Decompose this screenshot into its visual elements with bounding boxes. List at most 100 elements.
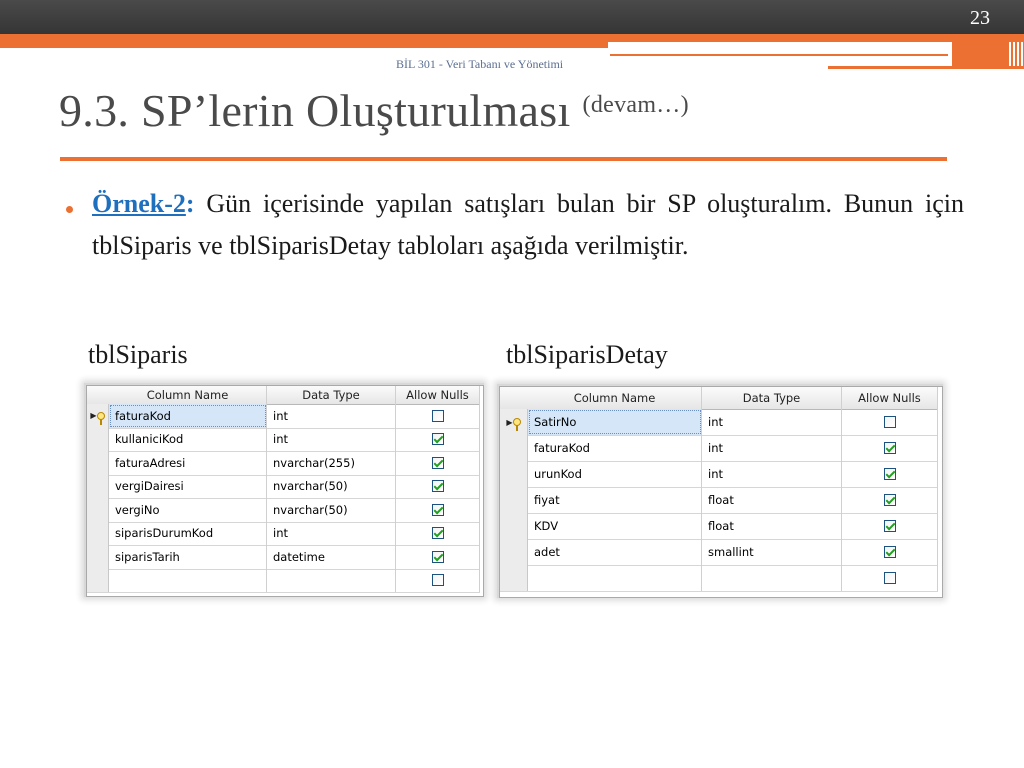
column-name-cell[interactable] [528, 565, 702, 591]
row-selector[interactable] [87, 568, 109, 592]
table-row[interactable]: siparisDurumKod int [87, 521, 480, 546]
data-type-cell[interactable]: float [702, 487, 842, 513]
data-type-cell[interactable]: datetime [267, 545, 396, 569]
row-selector[interactable]: ▶ [500, 409, 528, 435]
column-name-cell[interactable]: faturaKod [528, 435, 702, 461]
data-type-cell[interactable]: nvarchar(50) [267, 498, 396, 522]
primary-key-icon: ▶ [90, 411, 105, 425]
row-selector[interactable] [87, 498, 109, 522]
checkbox-checked[interactable] [883, 494, 896, 506]
checkbox-checked[interactable] [431, 503, 444, 516]
top-header-bar [0, 0, 1024, 34]
column-name-cell[interactable]: KDV [528, 513, 702, 539]
grid-header: Column Name Data Type Allow Nulls [87, 386, 480, 405]
data-type-cell[interactable]: int [702, 409, 842, 435]
table-row[interactable]: kullaniciKod int [87, 427, 480, 452]
allow-nulls-cell [396, 521, 480, 545]
checkbox-checked[interactable] [883, 520, 896, 532]
data-type-cell[interactable]: int [267, 404, 396, 428]
row-selector[interactable] [87, 545, 109, 569]
data-type-cell[interactable] [267, 568, 396, 592]
data-type-cell[interactable]: smallint [702, 539, 842, 565]
checkbox-unchecked[interactable] [431, 574, 444, 587]
checkbox-checked[interactable] [883, 468, 896, 480]
column-name-cell[interactable]: faturaKod [109, 404, 267, 428]
table-row[interactable] [87, 568, 480, 593]
data-type-cell[interactable]: nvarchar(50) [267, 474, 396, 498]
column-name-cell[interactable]: fiyat [528, 487, 702, 513]
row-selector[interactable]: ▶ [87, 404, 109, 428]
table-row[interactable] [500, 565, 938, 592]
tblSiparisDetay-designer-grid[interactable]: Column Name Data Type Allow Nulls ▶ SatirNo i… [499, 386, 943, 598]
table-row[interactable]: faturaAdresi nvarchar(255) [87, 451, 480, 476]
allow-nulls-cell [842, 487, 938, 513]
data-type-cell[interactable]: int [702, 461, 842, 487]
table-row[interactable]: KDV float [500, 513, 938, 540]
row-selector[interactable] [500, 513, 528, 539]
checkbox-checked[interactable] [883, 442, 896, 454]
example-label: Örnek-2 [92, 189, 186, 218]
checkbox-checked[interactable] [431, 433, 444, 446]
allow-nulls-cell [396, 545, 480, 569]
slide-title-sub: (devam…) [582, 92, 689, 118]
checkbox-checked[interactable] [431, 456, 444, 469]
column-header[interactable]: Allow Nulls [396, 386, 480, 404]
allow-nulls-cell [396, 404, 480, 428]
table-row[interactable]: urunKod int [500, 461, 938, 488]
row-selector[interactable] [87, 521, 109, 545]
table-row[interactable]: adet smallint [500, 539, 938, 566]
column-header[interactable]: Data Type [267, 386, 396, 404]
checkbox-checked[interactable] [431, 550, 444, 563]
column-header[interactable]: Data Type [702, 387, 842, 409]
column-header[interactable]: Column Name [528, 387, 702, 409]
column-name-cell[interactable]: vergiDairesi [109, 474, 267, 498]
data-type-cell[interactable] [702, 565, 842, 591]
data-type-cell[interactable]: int [267, 521, 396, 545]
column-name-cell[interactable]: vergiNo [109, 498, 267, 522]
allow-nulls-cell [842, 565, 938, 591]
table-row[interactable]: vergiDairesi nvarchar(50) [87, 474, 480, 499]
checkbox-unchecked[interactable] [883, 416, 896, 428]
data-type-cell[interactable]: float [702, 513, 842, 539]
data-type-cell[interactable]: nvarchar(255) [267, 451, 396, 475]
grid-header: Column Name Data Type Allow Nulls [500, 387, 938, 410]
table-row[interactable]: siparisTarih datetime [87, 545, 480, 570]
row-selector[interactable] [500, 435, 528, 461]
table-row[interactable]: faturaKod int [500, 435, 938, 462]
row-selector[interactable] [87, 451, 109, 475]
checkbox-checked[interactable] [431, 480, 444, 493]
row-selector[interactable] [87, 474, 109, 498]
column-name-cell[interactable]: siparisTarih [109, 545, 267, 569]
example-colon: : [185, 189, 195, 218]
table-row[interactable]: fiyat float [500, 487, 938, 514]
checkbox-checked[interactable] [431, 527, 444, 540]
table-row[interactable]: ▶ faturaKod int [87, 404, 480, 429]
corner-stripes [1009, 42, 1024, 66]
column-name-cell[interactable]: faturaAdresi [109, 451, 267, 475]
accent-line [610, 54, 948, 56]
row-selector[interactable] [500, 487, 528, 513]
column-name-cell[interactable]: siparisDurumKod [109, 521, 267, 545]
allow-nulls-cell [842, 539, 938, 565]
checkbox-unchecked[interactable] [431, 409, 444, 422]
data-type-cell[interactable]: int [267, 427, 396, 451]
column-name-cell[interactable]: kullaniciKod [109, 427, 267, 451]
row-selector[interactable] [87, 427, 109, 451]
column-name-cell[interactable]: urunKod [528, 461, 702, 487]
column-name-cell[interactable] [109, 568, 267, 592]
accent-line-lower [828, 66, 1024, 69]
bullet-icon [66, 206, 73, 213]
column-header[interactable]: Column Name [109, 386, 267, 404]
column-header[interactable]: Allow Nulls [842, 387, 938, 409]
column-name-cell[interactable]: adet [528, 539, 702, 565]
checkbox-unchecked[interactable] [883, 572, 896, 584]
tblSiparis-designer-grid[interactable]: Column Name Data Type Allow Nulls ▶ faturaKo… [86, 385, 484, 597]
data-type-cell[interactable]: int [702, 435, 842, 461]
table-row[interactable]: vergiNo nvarchar(50) [87, 498, 480, 523]
column-name-cell[interactable]: SatirNo [528, 409, 702, 435]
row-selector[interactable] [500, 565, 528, 591]
row-selector[interactable] [500, 461, 528, 487]
checkbox-checked[interactable] [883, 546, 896, 558]
row-selector[interactable] [500, 539, 528, 565]
table-row[interactable]: ▶ SatirNo int [500, 409, 938, 436]
